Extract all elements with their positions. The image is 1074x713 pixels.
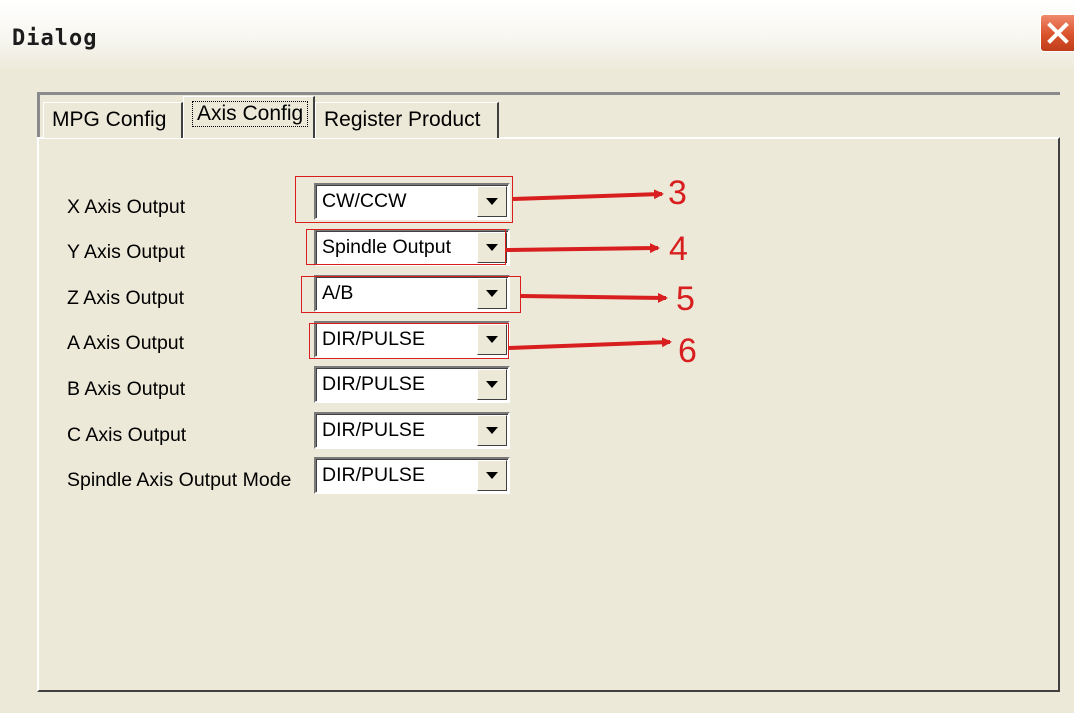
close-icon xyxy=(1046,22,1069,44)
x-axis-output-label: X Axis Output xyxy=(67,196,186,218)
dropdown-button[interactable] xyxy=(477,415,507,446)
tab-label: Register Product xyxy=(324,108,481,131)
tab-register-product[interactable]: Register Product xyxy=(315,102,499,138)
dialog-window: Dialog MPG Config Axis Config Register P… xyxy=(0,0,1074,713)
combo-value: DIR/PULSE xyxy=(322,464,425,486)
annotation-box-4 xyxy=(306,229,506,265)
y-axis-output-label: Y Axis Output xyxy=(67,241,185,263)
annotation-number-4: 4 xyxy=(669,230,688,268)
close-button[interactable] xyxy=(1040,14,1074,52)
tab-page-axis-config xyxy=(37,137,1060,692)
annotation-box-3 xyxy=(295,176,513,223)
tab-axis-config[interactable]: Axis Config xyxy=(183,96,315,138)
c-axis-output-combo[interactable]: DIR/PULSE xyxy=(314,412,510,449)
b-axis-output-combo[interactable]: DIR/PULSE xyxy=(314,366,510,403)
annotation-box-6 xyxy=(309,323,509,359)
annotation-number-3: 3 xyxy=(668,174,687,212)
c-axis-output-label: C Axis Output xyxy=(67,424,187,446)
chevron-down-icon xyxy=(486,426,498,434)
spindle-axis-output-mode-label: Spindle Axis Output Mode xyxy=(67,469,292,491)
tab-label: MPG Config xyxy=(52,108,167,131)
chevron-down-icon xyxy=(486,471,498,479)
title-bar[interactable]: Dialog xyxy=(0,0,1074,72)
a-axis-output-label: A Axis Output xyxy=(67,332,185,354)
combo-value: DIR/PULSE xyxy=(322,373,425,395)
annotation-number-5: 5 xyxy=(676,280,695,318)
spindle-axis-output-mode-combo[interactable]: DIR/PULSE xyxy=(314,457,510,494)
window-title: Dialog xyxy=(12,26,98,51)
tab-control: MPG Config Axis Config Register Product xyxy=(37,92,1060,692)
tab-label: Axis Config xyxy=(192,101,309,127)
b-axis-output-label: B Axis Output xyxy=(67,378,186,400)
chevron-down-icon xyxy=(486,380,498,388)
tab-strip: MPG Config Axis Config Register Product xyxy=(37,92,1060,138)
dropdown-button[interactable] xyxy=(477,460,507,491)
annotation-box-5 xyxy=(301,276,521,313)
annotation-number-6: 6 xyxy=(678,332,697,370)
combo-value: DIR/PULSE xyxy=(322,419,425,441)
tab-mpg-config[interactable]: MPG Config xyxy=(43,102,183,138)
z-axis-output-label: Z Axis Output xyxy=(67,287,185,309)
dropdown-button[interactable] xyxy=(477,369,507,400)
